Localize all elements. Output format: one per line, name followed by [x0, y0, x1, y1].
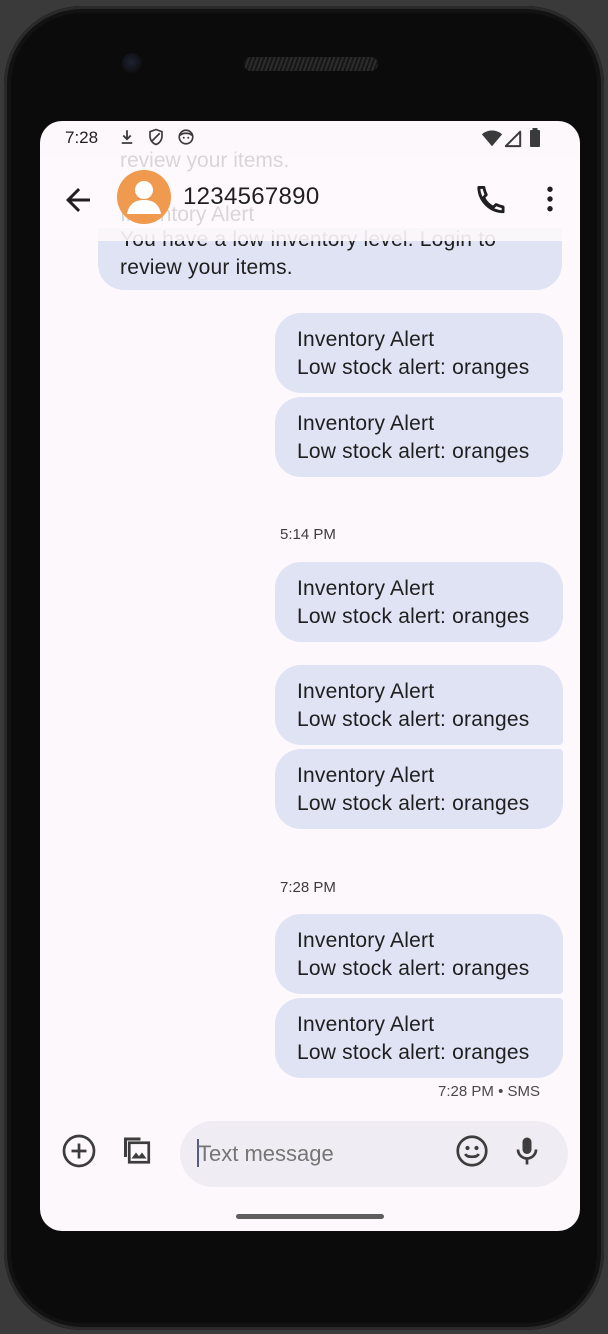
attach-button[interactable]: [61, 1133, 97, 1169]
voice-button[interactable]: [509, 1133, 545, 1169]
phone-icon: [477, 186, 505, 214]
gallery-button[interactable]: [118, 1133, 154, 1169]
message-body: Low stock alert: oranges: [297, 605, 530, 628]
message-title: Inventory Alert: [297, 577, 435, 600]
more-vert-icon: [547, 186, 553, 212]
outgoing-message-bubble[interactable]: Inventory Alert Low stock alert: oranges: [275, 562, 563, 642]
conversation-app-bar: review your items. Inventory Alert 12345…: [40, 149, 580, 241]
more-options-button[interactable]: [532, 181, 568, 217]
message-title: Inventory Alert: [297, 328, 435, 351]
back-button[interactable]: [60, 182, 96, 218]
signal-icon: [504, 130, 522, 148]
arrow-back-icon: [66, 188, 90, 212]
outgoing-message-bubble[interactable]: Inventory Alert Low stock alert: oranges: [275, 998, 563, 1078]
call-button[interactable]: [474, 181, 510, 217]
shield-icon: [149, 128, 163, 146]
message-meta: 7:28 PM • SMS: [438, 1083, 540, 1100]
message-body: Low stock alert: oranges: [297, 1041, 530, 1064]
mic-icon: [516, 1137, 538, 1165]
message-input[interactable]: [198, 1141, 438, 1167]
outgoing-message-bubble[interactable]: Inventory Alert Low stock alert: oranges: [275, 749, 563, 829]
emoji-icon: [456, 1135, 488, 1167]
message-body: Low stock alert: oranges: [297, 792, 530, 815]
outgoing-message-bubble[interactable]: Inventory Alert Low stock alert: oranges: [275, 397, 563, 477]
message-text: review your items.: [120, 256, 293, 279]
home-indicator[interactable]: [236, 1214, 384, 1219]
avatar[interactable]: [117, 170, 171, 224]
outgoing-message-bubble[interactable]: Inventory Alert Low stock alert: oranges: [275, 914, 563, 994]
message-title: Inventory Alert: [297, 1013, 435, 1036]
message-body: Low stock alert: oranges: [297, 708, 530, 731]
earpiece-speaker: [244, 57, 378, 71]
message-body: Low stock alert: oranges: [297, 957, 530, 980]
message-title: Inventory Alert: [297, 764, 435, 787]
outgoing-message-bubble[interactable]: Inventory Alert Low stock alert: oranges: [275, 313, 563, 393]
wifi-icon: [481, 130, 503, 147]
timestamp: 5:14 PM: [280, 526, 336, 543]
message-body: Low stock alert: oranges: [297, 440, 530, 463]
gallery-icon: [124, 1137, 151, 1164]
emoji-button[interactable]: [454, 1133, 490, 1169]
compose-bar: [40, 1113, 580, 1203]
status-time: 7:28: [65, 128, 99, 147]
message-body: Low stock alert: oranges: [297, 356, 530, 379]
battery-icon: [530, 128, 540, 147]
download-icon: [121, 130, 133, 144]
status-bar: 7:28: [40, 121, 580, 157]
message-title: Inventory Alert: [297, 929, 435, 952]
phone-frame: You have a low inventory level. Login to…: [4, 6, 604, 1330]
screen: You have a low inventory level. Login to…: [40, 121, 580, 1231]
add-circle-icon: [62, 1134, 96, 1168]
outgoing-message-bubble[interactable]: Inventory Alert Low stock alert: oranges: [275, 665, 563, 745]
person-icon: [127, 181, 161, 214]
message-title: Inventory Alert: [297, 412, 435, 435]
message-title: Inventory Alert: [297, 680, 435, 703]
timestamp: 7:28 PM: [280, 879, 336, 896]
face-icon: [178, 129, 194, 145]
front-camera: [122, 53, 142, 73]
contact-name[interactable]: 1234567890: [183, 183, 319, 211]
